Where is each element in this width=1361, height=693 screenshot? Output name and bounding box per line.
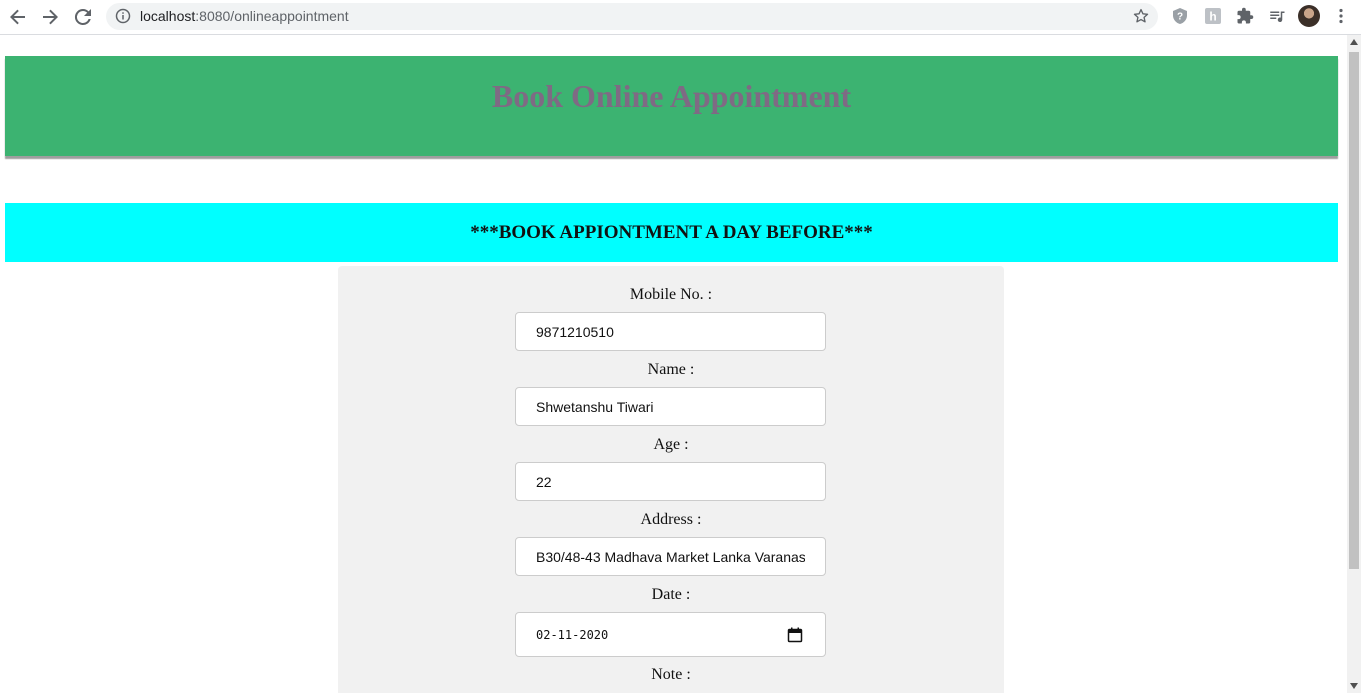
- date-input[interactable]: 02-11-2020: [515, 612, 826, 657]
- triangle-up-icon: [1350, 39, 1358, 45]
- extension-h-button[interactable]: h: [1204, 7, 1222, 25]
- date-value: 02-11-2020: [536, 628, 609, 642]
- arrow-left-icon: [10, 9, 25, 25]
- mobile-input[interactable]: [515, 312, 826, 351]
- puzzle-icon: [1237, 7, 1254, 24]
- forward-button[interactable]: [38, 5, 62, 29]
- notice-banner: ***BOOK APPIONTMENT A DAY BEFORE***: [5, 203, 1338, 262]
- reload-button[interactable]: [71, 5, 95, 29]
- kebab-menu-icon: [1339, 8, 1343, 24]
- note-label: Note :: [651, 666, 691, 683]
- playlist-icon: [1270, 11, 1285, 23]
- arrow-right-icon: [43, 9, 58, 25]
- svg-text:?: ?: [1177, 12, 1183, 23]
- profile-avatar[interactable]: [1298, 5, 1320, 27]
- info-icon[interactable]: [115, 8, 131, 24]
- media-control-button[interactable]: [1268, 7, 1286, 25]
- page-title: Book Online Appointment: [491, 78, 852, 114]
- url-path: :8080/onlineappointment: [195, 8, 349, 24]
- reload-icon: [74, 8, 91, 25]
- age-label: Age :: [653, 436, 689, 453]
- vertical-scrollbar[interactable]: [1347, 35, 1361, 693]
- date-label: Date :: [651, 586, 691, 603]
- calendar-icon[interactable]: [787, 627, 803, 643]
- triangle-down-icon: [1350, 683, 1358, 689]
- extension-shield-button[interactable]: ?: [1171, 7, 1189, 25]
- address-label: Address :: [640, 511, 702, 528]
- shield-question-icon: ?: [1173, 8, 1187, 24]
- address-bar[interactable]: localhost:8080/onlineappointment: [106, 3, 1158, 30]
- scroll-down-arrow[interactable]: [1347, 679, 1361, 693]
- name-label: Name :: [647, 361, 695, 378]
- url-host: localhost: [140, 8, 196, 24]
- appointment-form: Mobile No. : Name : Age : Address : Date…: [338, 266, 1004, 693]
- header-banner: Book Online Appointment: [5, 56, 1338, 156]
- age-input[interactable]: [515, 462, 826, 501]
- address-input[interactable]: [515, 537, 826, 576]
- mobile-label: Mobile No. :: [629, 286, 713, 303]
- notice-text: ***BOOK APPIONTMENT A DAY BEFORE***: [470, 222, 873, 243]
- scroll-up-arrow[interactable]: [1347, 35, 1361, 49]
- back-button[interactable]: [6, 5, 30, 29]
- url-text[interactable]: localhost:8080/onlineappointment: [140, 8, 349, 25]
- chrome-menu-button[interactable]: [1332, 7, 1350, 25]
- svg-text:h: h: [1209, 10, 1216, 24]
- extensions-button[interactable]: [1236, 7, 1254, 25]
- browser-toolbar: localhost:8080/onlineappointment ? h: [0, 0, 1361, 35]
- name-input[interactable]: [515, 387, 826, 426]
- page-viewport: Book Online Appointment ***BOOK APPIONTM…: [0, 35, 1347, 693]
- star-icon[interactable]: [1132, 7, 1150, 25]
- h-extension-icon: h: [1205, 8, 1221, 24]
- scrollbar-thumb[interactable]: [1349, 52, 1359, 569]
